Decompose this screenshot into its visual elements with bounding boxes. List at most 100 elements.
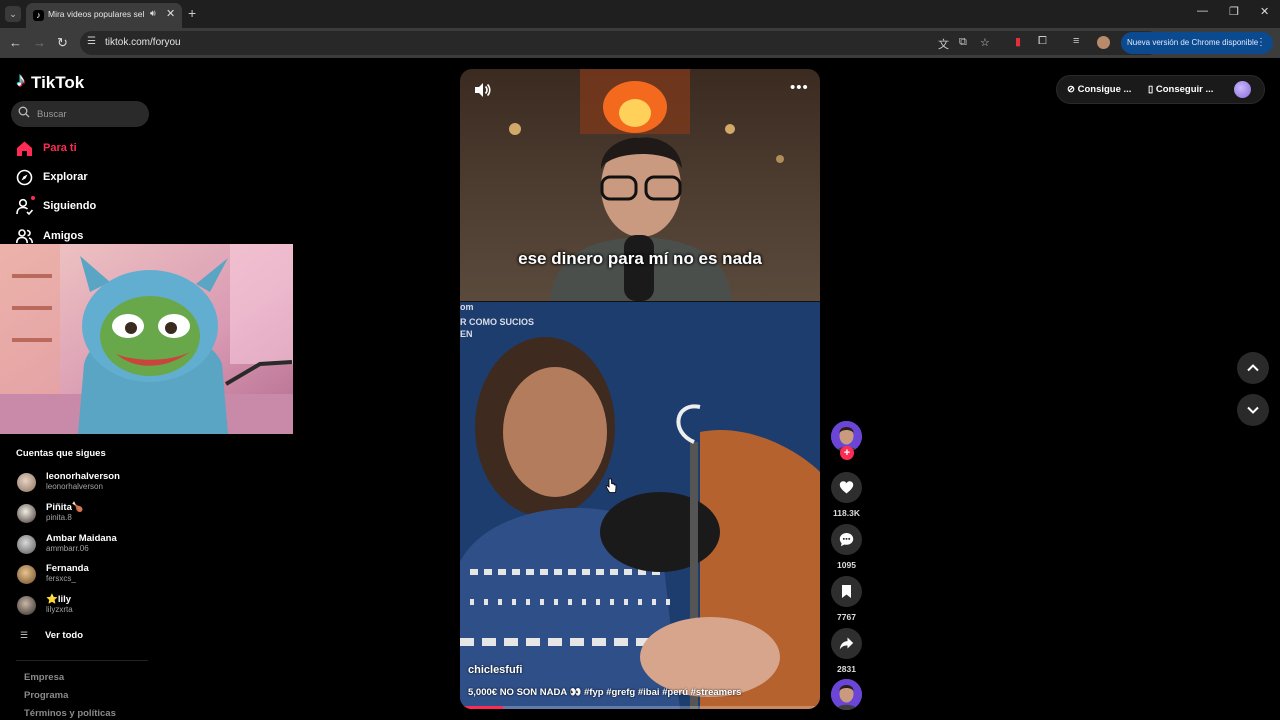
restore-icon[interactable]: ❐: [1229, 5, 1239, 18]
footer-link-company[interactable]: Empresa: [24, 672, 64, 683]
tiktok-favicon-icon: ♪: [33, 10, 44, 21]
share-button[interactable]: [831, 628, 862, 659]
profile-avatar-icon[interactable]: [1097, 36, 1110, 49]
browser-tab[interactable]: ♪ Mira videos populares seleccionados pa…: [26, 3, 182, 28]
comment-button[interactable]: [831, 524, 862, 555]
tab-close-icon[interactable]: ✕: [166, 7, 175, 20]
video-player[interactable]: ese dinero para mí no es nada om R COMO …: [460, 69, 820, 709]
account-name: Ambar Maidana: [46, 533, 117, 544]
nav-label-for-you: Para ti: [43, 142, 77, 154]
update-label: Nueva versión de Chrome disponible: [1127, 38, 1259, 47]
account-item[interactable]: ⭐lily lilyzxrta: [16, 593, 156, 617]
share-count: 2831: [837, 664, 856, 674]
avatar: [17, 504, 36, 523]
new-tab-icon[interactable]: +: [188, 5, 196, 21]
tab-search-button[interactable]: ⌄: [5, 6, 21, 22]
chrome-update-button[interactable]: Nueva versión de Chrome disponible ⋮: [1121, 32, 1273, 54]
audio-playing-icon[interactable]: 🔊︎: [150, 8, 156, 19]
account-item[interactable]: leonorhalverson leonorhalverson: [16, 470, 156, 494]
previous-video-button[interactable]: [1237, 352, 1269, 384]
account-name: Fernanda: [46, 563, 89, 574]
account-item[interactable]: Fernanda fersxcs_: [16, 562, 156, 586]
nav-label-friends: Amigos: [43, 230, 84, 242]
compass-icon: [16, 169, 33, 186]
overlay-text-line: R COMO SUCIOS: [460, 317, 535, 327]
avatar: [17, 535, 36, 554]
comment-count: 1095: [837, 560, 856, 570]
chevron-down-icon: [1247, 406, 1259, 414]
notification-dot: [31, 196, 35, 200]
reload-icon[interactable]: ↻: [57, 35, 68, 51]
video-scene-bottom: [460, 302, 820, 709]
back-icon[interactable]: ←: [9, 35, 22, 50]
save-count: 7767: [837, 612, 856, 622]
see-all-label: Ver todo: [45, 630, 84, 641]
next-video-button[interactable]: [1237, 394, 1269, 426]
nav-for-you[interactable]: Para ti: [16, 138, 156, 160]
bookmark-star-icon[interactable]: ☆: [980, 36, 990, 49]
list-icon: ☰: [20, 630, 29, 640]
browser-toolbar: ← → ↻ ☰ tiktok.com/foryou 文 ⧉ ☆ ▮ ⧠ ≡ Nu…: [0, 28, 1280, 58]
site-info-icon[interactable]: ☰: [87, 36, 96, 47]
avatar: [17, 565, 36, 584]
bookmark-icon: [842, 585, 851, 598]
account-username: leonorhalverson: [46, 482, 103, 491]
close-window-icon[interactable]: ✕: [1260, 5, 1269, 18]
nav-label-following: Siguiendo: [43, 200, 97, 212]
music-disc[interactable]: [831, 679, 862, 710]
nav-label-explore: Explorar: [43, 171, 88, 183]
search-input[interactable]: [37, 101, 142, 127]
footer-link-program[interactable]: Programa: [24, 690, 68, 701]
get-app-button[interactable]: ▯ Conseguir ...: [1148, 84, 1213, 95]
account-item[interactable]: Ambar Maidana ammbarr.06: [16, 532, 156, 556]
friends-icon: [16, 229, 33, 244]
comment-icon: [839, 533, 854, 547]
account-username: lilyzxrta: [46, 605, 73, 614]
video-caption: 5,000€ NO SON NADA 👀 #fyp #grefg #ibai #…: [468, 687, 742, 698]
more-options-icon[interactable]: •••: [790, 79, 809, 96]
account-name: Piñita🍗: [46, 502, 84, 513]
picture-in-picture-player[interactable]: [0, 244, 293, 434]
video-progress-bar[interactable]: [460, 706, 820, 709]
see-all-button[interactable]: ☰ Ver todo: [16, 628, 136, 644]
share-arrow-icon: [839, 637, 854, 650]
following-accounts-title: Cuentas que sigues: [16, 448, 106, 459]
like-button[interactable]: [831, 472, 862, 503]
video-progress-fill: [460, 706, 504, 709]
avatar: [17, 596, 36, 615]
forward-icon[interactable]: →: [33, 35, 46, 50]
minimize-icon[interactable]: —: [1197, 5, 1208, 17]
video-frame-bottom: om R COMO SUCIOS EN: [460, 302, 820, 709]
like-count: 118.3K: [833, 508, 860, 518]
menu-dots-icon[interactable]: ⋮: [1256, 32, 1266, 54]
phone-icon: ▯: [1148, 84, 1156, 95]
address-bar[interactable]: ☰ tiktok.com/foryou 文 ⧉ ☆: [80, 31, 1160, 55]
nav-explore[interactable]: Explorar: [16, 167, 156, 189]
media-control-icon[interactable]: ≡: [1073, 35, 1079, 47]
account-username: ammbarr.06: [46, 544, 89, 553]
translate-icon[interactable]: 文: [938, 36, 949, 52]
overlay-text-line: om: [460, 302, 474, 312]
save-button[interactable]: [831, 576, 862, 607]
follow-button[interactable]: +: [840, 446, 854, 460]
video-author[interactable]: chiclesfufi: [468, 664, 522, 676]
home-icon: [17, 141, 32, 156]
search-box[interactable]: [11, 101, 149, 127]
nav-following[interactable]: Siguiendo: [16, 196, 156, 218]
account-name: leonorhalverson: [46, 471, 120, 482]
account-item[interactable]: Piñita🍗 pinita.8: [16, 501, 156, 525]
video-subtitle: ese dinero para mí no es nada: [518, 249, 762, 268]
video-frame-top: ese dinero para mí no es nada: [460, 69, 820, 301]
overlay-text-line: EN: [460, 329, 473, 339]
tab-title: Mira videos populares seleccionados para…: [48, 9, 144, 19]
install-app-icon[interactable]: ⧉: [959, 36, 967, 49]
profile-avatar[interactable]: [1234, 81, 1251, 98]
tab-strip: ⌄ ♪ Mira videos populares seleccionados …: [0, 0, 1280, 28]
footer-link-terms[interactable]: Términos y políticas: [24, 708, 116, 719]
volume-icon[interactable]: [473, 81, 491, 99]
pip-cartoon-image: [0, 244, 293, 434]
account-username: pinita.8: [46, 513, 72, 522]
extension-red-icon[interactable]: ▮: [1015, 35, 1021, 48]
extensions-puzzle-icon[interactable]: ⧠: [1038, 35, 1047, 48]
get-coins-button[interactable]: ⊘ Consigue ...: [1067, 84, 1131, 95]
